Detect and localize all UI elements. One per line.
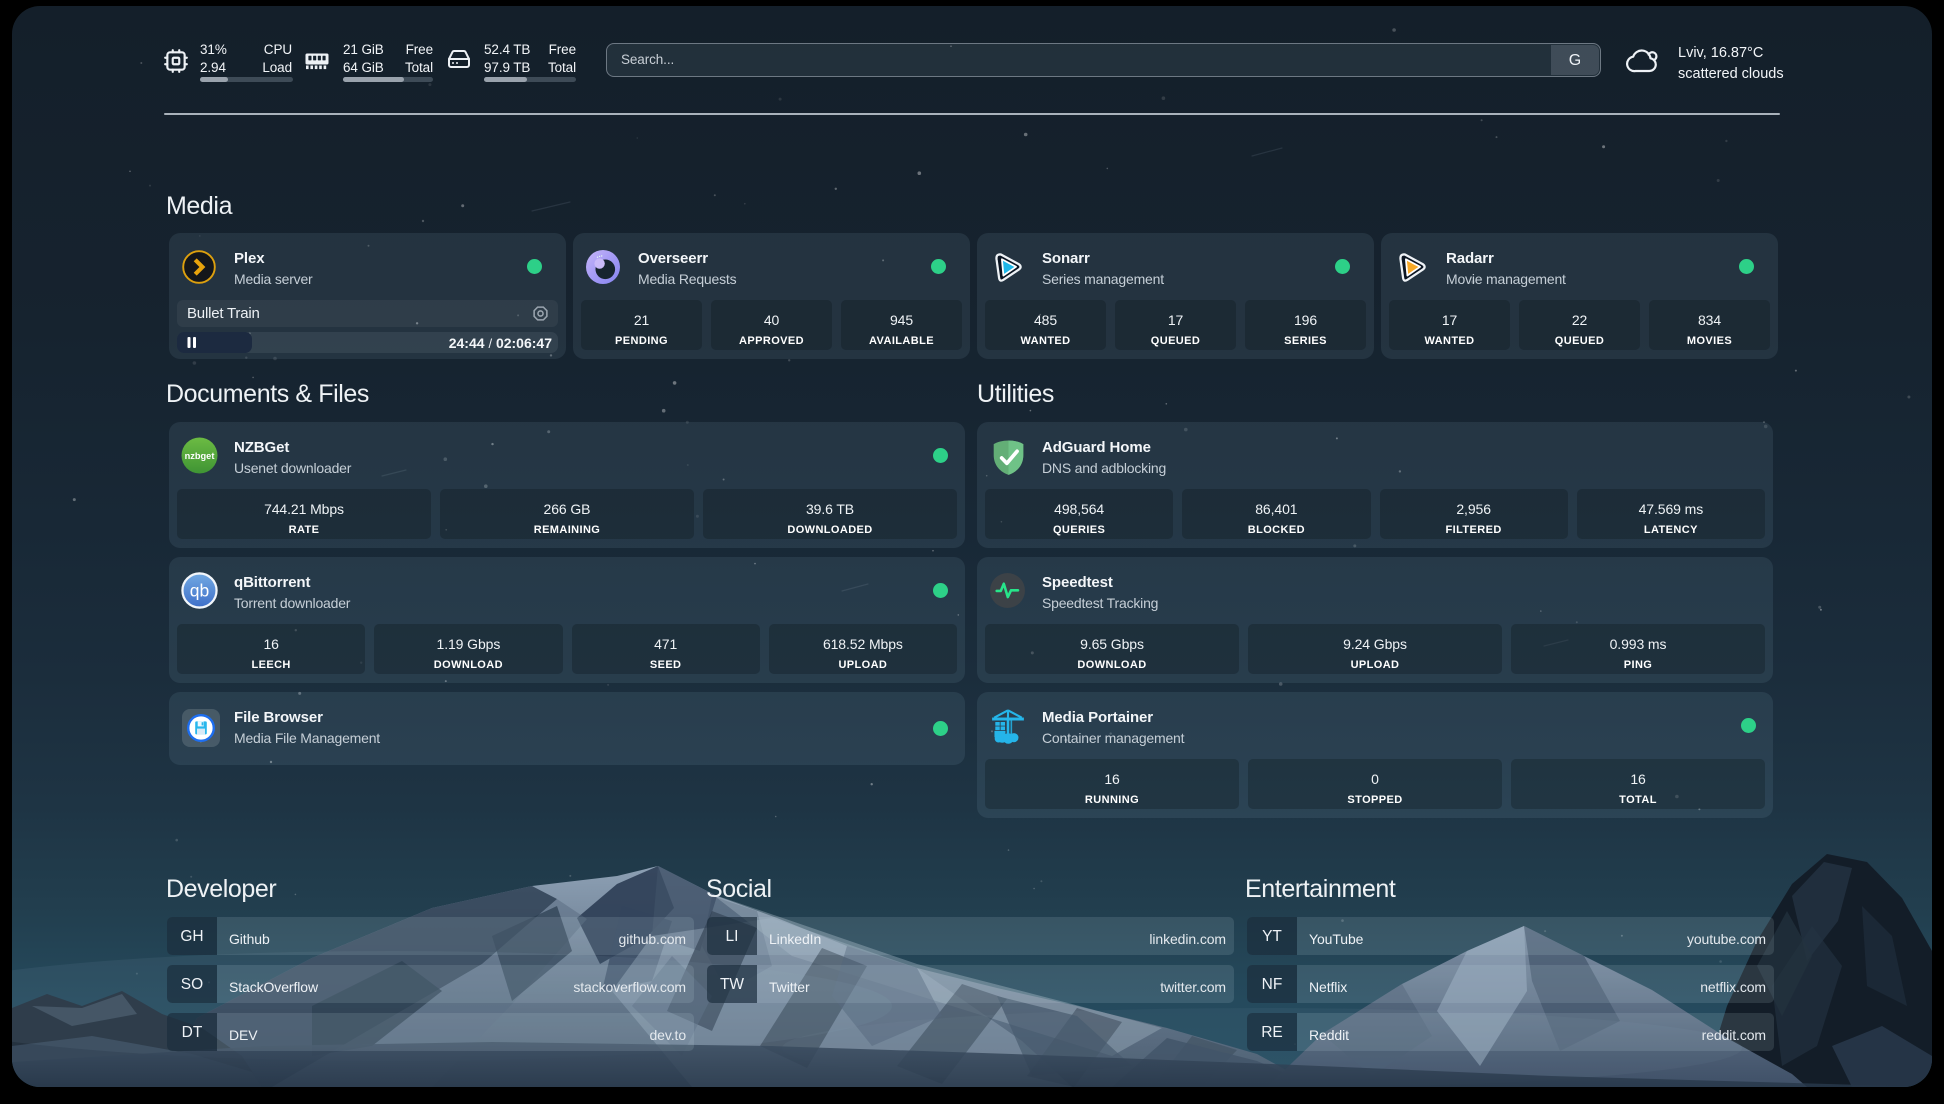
svg-text:nzbget: nzbget <box>185 451 215 461</box>
svg-text:qb: qb <box>190 581 209 601</box>
